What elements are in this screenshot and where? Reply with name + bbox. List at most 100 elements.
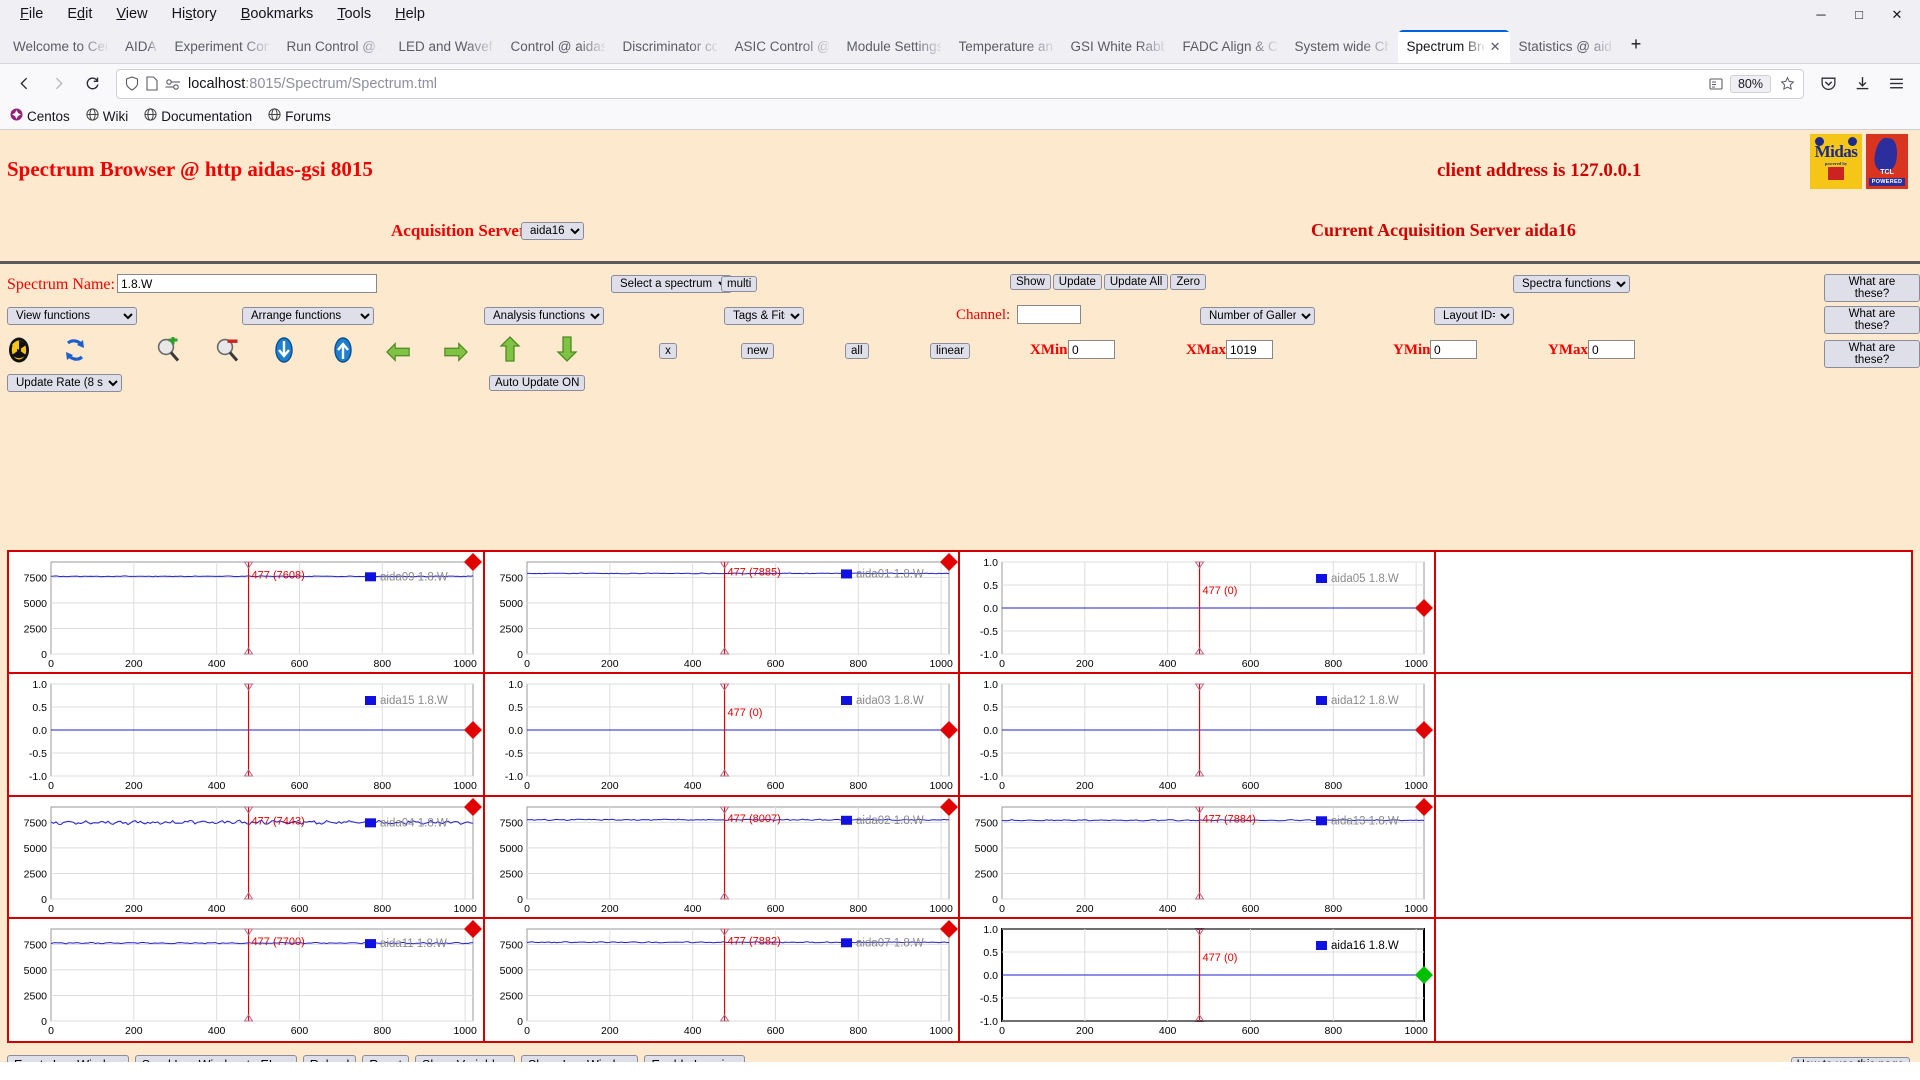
spectrum-name-input[interactable] [117, 274, 377, 293]
bookmark-centos[interactable]: Centos [10, 108, 70, 124]
footer-reset-button[interactable]: Reset [362, 1055, 409, 1062]
expand-down-icon[interactable] [271, 337, 297, 363]
spectrum-plot[interactable]: -1.0 -0.5 0.0 0.5 1.0 0 200 400 600 800 1000 477 (0… [485, 674, 961, 796]
forward-icon[interactable] [42, 68, 74, 100]
new-button[interactable]: new [741, 343, 775, 359]
browser-tab-active[interactable]: Spectrum Bro ✕ [1397, 30, 1510, 63]
ymin-input[interactable] [1430, 340, 1477, 359]
maximize-icon[interactable]: □ [1840, 2, 1878, 28]
how-to-use-button[interactable]: How to use this page [1790, 1057, 1910, 1062]
action-zero-button[interactable]: Zero [1170, 274, 1206, 290]
spectrum-plot[interactable]: 0 2500 5000 7500 0 200 400 600 800 1000 477 (7882)… [485, 919, 961, 1041]
browser-tab[interactable]: System wide Ch [1286, 30, 1398, 63]
radiation-icon[interactable] [6, 337, 32, 363]
browser-tab[interactable]: LED and Wavefo [390, 30, 502, 63]
what-are-these-button-1[interactable]: What are these? [1824, 274, 1920, 302]
what-are-these-button-2[interactable]: What are these? [1824, 306, 1920, 334]
xmin-input[interactable] [1068, 340, 1115, 359]
menu-edit[interactable]: Edit [55, 4, 104, 25]
close-icon[interactable]: ✕ [1878, 2, 1916, 28]
menu-view[interactable]: View [104, 4, 159, 25]
all-button[interactable]: all [845, 343, 869, 359]
gallery-cell[interactable]: -1.0 -0.5 0.0 0.5 1.0 0 200 400 600 800 1000 477 (0… [960, 918, 1436, 1041]
channel-input[interactable] [1017, 305, 1081, 324]
spectrum-plot[interactable]: 0 2500 5000 7500 0 200 400 600 800 1000 477 (7885)… [485, 552, 961, 674]
menu-tools[interactable]: Tools [325, 4, 383, 25]
downloads-icon[interactable] [1846, 68, 1878, 100]
browser-tab[interactable]: Discriminator co [614, 30, 726, 63]
browser-tab[interactable]: Statistics @ aid [1510, 30, 1621, 63]
footer-show-log-window-button[interactable]: Show Log Window [520, 1055, 639, 1062]
action-update-all-button[interactable]: Update All [1103, 274, 1169, 290]
acquisition-server-select[interactable]: aida16 [521, 222, 584, 240]
spectrum-plot[interactable]: -1.0 -0.5 0.0 0.5 1.0 0 200 400 600 800 1000 477 (0… [960, 552, 1436, 674]
select-spectrum-dropdown[interactable]: Select a spectrum [611, 275, 732, 293]
what-are-these-button-3[interactable]: What are these? [1824, 340, 1920, 368]
browser-tab[interactable]: Experiment Con [166, 30, 278, 63]
multi-button[interactable]: multi [721, 276, 758, 292]
gallery-cell[interactable] [1435, 918, 1911, 1041]
view-functions-dropdown[interactable]: View functions [7, 307, 137, 325]
gallery-cell[interactable] [1435, 552, 1911, 673]
spectrum-plot[interactable]: -1.0 -0.5 0.0 0.5 1.0 0 200 400 600 800 1000 aida15… [9, 674, 485, 796]
gallery-cell[interactable]: 0 2500 5000 7500 0 200 400 600 800 1000 477 (7700)… [9, 918, 485, 1041]
browser-tab[interactable]: Module Settings [838, 30, 950, 63]
browser-tab[interactable]: Run Control @ a [278, 30, 390, 63]
browser-tab[interactable]: ASIC Control @ [726, 30, 838, 63]
spectrum-plot[interactable]: 0 2500 5000 7500 0 200 400 600 800 1000 477 (8007)… [485, 797, 961, 919]
spectra-functions-dropdown[interactable]: Spectra functions [1513, 275, 1630, 293]
action-show-button[interactable]: Show [1010, 274, 1051, 290]
spectrum-plot[interactable]: 0 2500 5000 7500 0 200 400 600 800 1000 477 (7884)… [960, 797, 1436, 919]
action-update-button[interactable]: Update [1052, 274, 1102, 290]
menu-history[interactable]: History [160, 4, 229, 25]
browser-tab[interactable]: Welcome to Cen [4, 30, 116, 63]
footer-empty-log-window-button[interactable]: Empty Log Window [7, 1055, 129, 1062]
gallery-cell[interactable]: 0 2500 5000 7500 0 200 400 600 800 1000 477 (7882)… [484, 918, 961, 1041]
analysis-functions-dropdown[interactable]: Analysis functions [484, 307, 604, 325]
spectrum-plot[interactable]: -1.0 -0.5 0.0 0.5 1.0 0 200 400 600 800 1000 aida12… [960, 674, 1436, 796]
browser-tab[interactable]: GSI White Rabb [1062, 30, 1174, 63]
zoom-in-icon[interactable] [155, 337, 181, 363]
reader-mode-icon[interactable] [1709, 77, 1723, 91]
spectrum-plot[interactable]: 0 2500 5000 7500 0 200 400 600 800 1000 477 (7700)… [9, 919, 485, 1041]
number-of-galleries-dropdown[interactable]: Number of Galleries [1200, 307, 1315, 325]
gallery-cell[interactable]: 0 2500 5000 7500 0 200 400 600 800 1000 477 (7885)… [484, 552, 961, 674]
xmax-input[interactable] [1226, 340, 1273, 359]
zoom-out-icon[interactable] [214, 337, 240, 363]
spectrum-plot[interactable]: -1.0 -0.5 0.0 0.5 1.0 0 200 400 600 800 1000 477 (0… [960, 919, 1436, 1041]
arrow-right-icon[interactable] [443, 339, 469, 365]
gallery-cell[interactable]: 0 2500 5000 7500 0 200 400 600 800 1000 477 (8007)… [484, 796, 961, 919]
pocket-icon[interactable] [1812, 68, 1844, 100]
arrow-up-icon[interactable] [497, 336, 523, 362]
back-icon[interactable] [8, 68, 40, 100]
menu-bookmarks[interactable]: Bookmarks [229, 4, 326, 25]
update-rate-dropdown[interactable]: Update Rate (8 secs) [7, 374, 122, 392]
gallery-cell[interactable]: 0 2500 5000 7500 0 200 400 600 800 1000 477 (7884)… [960, 796, 1436, 919]
bookmark-wiki[interactable]: Wiki [86, 108, 128, 124]
expand-up-icon[interactable] [330, 337, 356, 363]
browser-tab[interactable]: FADC Align & C [1174, 30, 1286, 63]
menu-help[interactable]: Help [383, 4, 437, 25]
footer-send-log-window-to-elog-button[interactable]: Send Log Window to ELog [134, 1055, 297, 1062]
zoom-level-badge[interactable]: 80% [1729, 74, 1771, 93]
app-menu-icon[interactable] [1880, 68, 1912, 100]
arrow-left-icon[interactable] [385, 339, 411, 365]
gallery-cell[interactable]: -1.0 -0.5 0.0 0.5 1.0 0 200 400 600 800 1000 477 (0… [484, 674, 961, 796]
url-bar[interactable]: localhost:8015/Spectrum/Spectrum.tml 80% [116, 68, 1804, 99]
bookmark-star-icon[interactable] [1780, 76, 1795, 91]
bookmark-forums[interactable]: Forums [268, 108, 331, 124]
browser-tab[interactable]: Control @ aidas [502, 30, 614, 63]
gallery-cell[interactable]: 0 2500 5000 7500 0 200 400 600 800 1000 477 (7608)… [9, 552, 485, 673]
gallery-cell[interactable]: -1.0 -0.5 0.0 0.5 1.0 0 200 400 600 800 1000 477 (0… [960, 552, 1436, 674]
arrange-functions-dropdown[interactable]: Arrange functions [242, 307, 374, 325]
layout-id-dropdown[interactable]: Layout ID=7 [1434, 307, 1514, 325]
refresh-icon[interactable] [62, 337, 88, 363]
new-tab-button[interactable]: + [1621, 34, 1652, 59]
bookmark-documentation[interactable]: Documentation [144, 108, 252, 124]
x-button[interactable]: x [659, 343, 677, 359]
footer-show-variables-button[interactable]: Show Variables [415, 1055, 515, 1062]
gallery-cell[interactable] [1435, 796, 1911, 917]
minimize-icon[interactable]: ─ [1802, 2, 1840, 28]
gallery-cell[interactable]: -1.0 -0.5 0.0 0.5 1.0 0 200 400 600 800 1000 aida15… [9, 674, 485, 796]
permissions-icon[interactable] [165, 78, 181, 90]
